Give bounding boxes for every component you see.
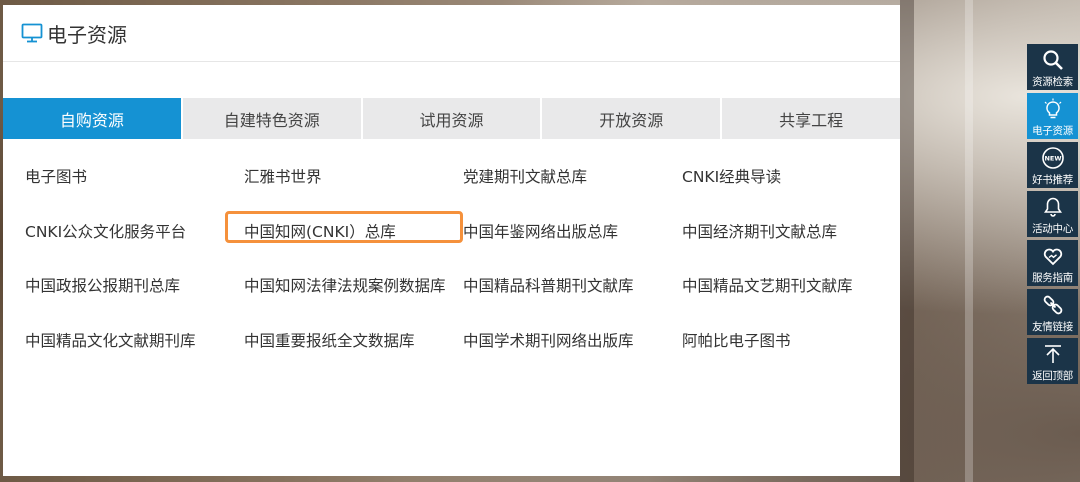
new-badge-icon: NEW xyxy=(1041,146,1065,170)
resource-link[interactable]: 中国重要报纸全文数据库 xyxy=(244,329,463,384)
monitor-icon xyxy=(21,22,43,44)
lightbulb-icon xyxy=(1041,97,1065,121)
sidebar-item-label: 友情链接 xyxy=(1032,321,1073,333)
sidebar-item-label: 活动中心 xyxy=(1032,223,1073,235)
tab-open[interactable]: 开放资源 xyxy=(540,98,720,139)
arrow-up-icon xyxy=(1041,342,1065,366)
resource-link[interactable]: 中国知网法律法规案例数据库 xyxy=(244,274,463,329)
bell-icon xyxy=(1041,195,1065,219)
floating-sidebar: 资源检索 电子资源 NEW 好书推荐 活动中心 服务指南 友情链接 返回顶部 xyxy=(1027,44,1078,387)
tab-trial[interactable]: 试用资源 xyxy=(360,98,541,139)
sidebar-item-label: 电子资源 xyxy=(1032,125,1073,137)
background-photo xyxy=(900,0,914,482)
sidebar-item-service-guide[interactable]: 服务指南 xyxy=(1027,240,1078,286)
resource-link[interactable]: 中国政报公报期刊总库 xyxy=(25,274,244,329)
resource-link[interactable]: 中国年鉴网络出版总库 xyxy=(463,220,682,275)
svg-text:NEW: NEW xyxy=(1044,155,1061,163)
panel-header: 电子资源 xyxy=(3,5,900,62)
resource-link[interactable]: 中国精品科普期刊文献库 xyxy=(463,274,682,329)
resource-link[interactable]: 电子图书 xyxy=(25,165,244,220)
sidebar-item-label: 服务指南 xyxy=(1032,272,1073,284)
tab-self-built[interactable]: 自建特色资源 xyxy=(180,98,361,139)
resource-link[interactable]: 中国学术期刊网络出版库 xyxy=(463,329,682,384)
resource-list: 电子图书 汇雅书世界 党建期刊文献总库 CNKI经典导读 CNKI公众文化服务平… xyxy=(25,165,895,383)
link-icon xyxy=(1041,293,1065,317)
resource-link[interactable]: CNKI经典导读 xyxy=(682,165,895,220)
tab-self-purchased[interactable]: 自购资源 xyxy=(3,98,181,139)
sidebar-item-book-recommendations[interactable]: NEW 好书推荐 xyxy=(1027,142,1078,188)
sidebar-item-electronic-resources[interactable]: 电子资源 xyxy=(1027,93,1078,139)
sidebar-item-label: 资源检索 xyxy=(1032,76,1073,88)
sidebar-item-back-to-top[interactable]: 返回顶部 xyxy=(1027,338,1078,384)
resource-link[interactable]: 中国经济期刊文献总库 xyxy=(682,220,895,275)
tab-shared-project[interactable]: 共享工程 xyxy=(720,98,900,139)
resource-link-highlighted[interactable]: 中国知网(CNKI）总库 xyxy=(225,210,463,275)
electronic-resources-panel: 电子资源 自购资源 自建特色资源 试用资源 开放资源 共享工程 电子图书 汇雅书… xyxy=(3,5,900,476)
page-title: 电子资源 xyxy=(47,22,127,47)
sidebar-item-friendly-links[interactable]: 友情链接 xyxy=(1027,289,1078,335)
resource-link[interactable]: 党建期刊文献总库 xyxy=(463,165,682,220)
resource-link[interactable]: CNKI公众文化服务平台 xyxy=(25,220,244,275)
resource-link[interactable]: 中国精品文艺期刊文献库 xyxy=(682,274,895,329)
sidebar-item-resource-search[interactable]: 资源检索 xyxy=(1027,44,1078,90)
sidebar-item-label: 好书推荐 xyxy=(1032,174,1073,186)
resource-link[interactable]: 阿帕比电子图书 xyxy=(682,329,895,384)
resource-tabs: 自购资源 自建特色资源 试用资源 开放资源 共享工程 xyxy=(3,98,900,139)
resource-link[interactable]: 中国精品文化文献期刊库 xyxy=(25,329,244,384)
search-icon xyxy=(1041,48,1065,72)
background-photo-detail xyxy=(965,0,973,482)
heart-icon xyxy=(1041,244,1065,268)
sidebar-item-activity-center[interactable]: 活动中心 xyxy=(1027,191,1078,237)
sidebar-item-label: 返回顶部 xyxy=(1032,370,1073,382)
